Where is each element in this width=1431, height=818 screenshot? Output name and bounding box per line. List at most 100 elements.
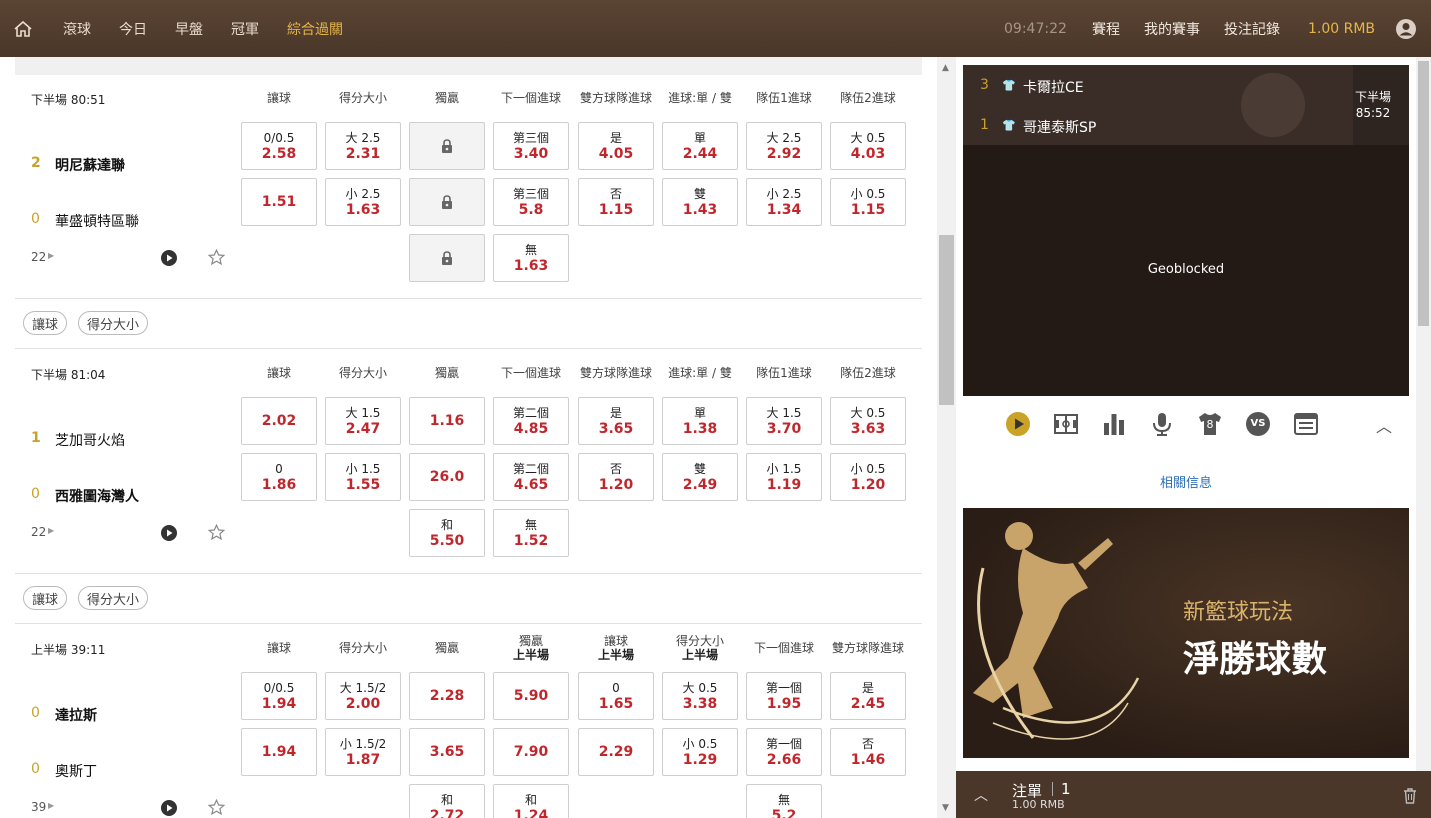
odds-cell[interactable]: 小 1.5/2 1.87	[325, 728, 401, 776]
odds-cell[interactable]: 第三個 5.8	[493, 178, 569, 226]
expand-chevron-icon[interactable]: ︿	[974, 785, 988, 805]
left-scrollbar[interactable]: ▲ ▼	[937, 57, 956, 818]
odds-line: 第二個	[512, 461, 549, 476]
market-filter-pill[interactable]: 得分大小	[78, 586, 149, 610]
market-header: 獨贏	[407, 366, 487, 380]
odds-cell[interactable]: 0 1.65	[578, 672, 654, 720]
odds-cell[interactable]: 5.90	[493, 672, 569, 720]
odds-cell[interactable]: 大 0.5 4.03	[830, 122, 906, 170]
favorite-star-icon[interactable]	[208, 799, 225, 816]
odds-cell[interactable]: 1.94	[241, 728, 317, 776]
market-filter-pill[interactable]: 得分大小	[78, 311, 149, 335]
right-scroll-thumb[interactable]	[1418, 61, 1429, 326]
odds-cell[interactable]: 2.02	[241, 397, 317, 445]
live-team2-name: 哥連泰斯SP	[1023, 120, 1097, 136]
nav-outright[interactable]: 冠軍	[231, 0, 259, 57]
odds-cell[interactable]: 7.90	[493, 728, 569, 776]
bet-records-link[interactable]: 投注記錄	[1224, 0, 1280, 57]
nav-live[interactable]: 滾球	[63, 0, 91, 57]
odds-cell[interactable]: 第二個 4.85	[493, 397, 569, 445]
odds-cell[interactable]: 小 0.5 1.20	[830, 453, 906, 501]
odds-cell[interactable]: 0 1.86	[241, 453, 317, 501]
odds-cell[interactable]: 2.28	[409, 672, 485, 720]
play-icon[interactable]	[161, 250, 177, 266]
odds-cell[interactable]: 和 5.50	[409, 509, 485, 557]
market-count[interactable]: 22	[31, 525, 46, 539]
odds-cell[interactable]: 大 1.5/2 2.00	[325, 672, 401, 720]
odds-cell[interactable]: 單 1.38	[662, 397, 738, 445]
scroll-up-icon[interactable]: ▲	[942, 63, 949, 73]
odds-cell[interactable]: 小 0.5 1.15	[830, 178, 906, 226]
scoreboard-icon[interactable]	[1293, 411, 1319, 437]
odds-cell[interactable]: 雙 2.49	[662, 453, 738, 501]
odds-cell[interactable]: 大 0.5 3.63	[830, 397, 906, 445]
odds-cell[interactable]: 大 1.5 2.47	[325, 397, 401, 445]
odds-cell[interactable]: 第三個 3.40	[493, 122, 569, 170]
nav-parlay[interactable]: 綜合過關	[287, 0, 343, 57]
scroll-down-icon[interactable]: ▼	[942, 803, 949, 813]
odds-value: 2.72	[429, 807, 465, 818]
odds-cell[interactable]: 第一個 2.66	[746, 728, 822, 776]
favorite-star-icon[interactable]	[208, 524, 225, 541]
right-scrollbar[interactable]	[1416, 57, 1431, 818]
odds-cell[interactable]: 小 2.5 1.63	[325, 178, 401, 226]
odds-cell[interactable]: 小 1.5 1.55	[325, 453, 401, 501]
stats-icon[interactable]	[1101, 411, 1127, 437]
odds-cell[interactable]: 3.65	[409, 728, 485, 776]
my-events-link[interactable]: 我的賽事	[1144, 0, 1200, 57]
odds-cell[interactable]: 否 1.46	[830, 728, 906, 776]
odds-cell[interactable]: 0/0.5 2.58	[241, 122, 317, 170]
field-icon[interactable]	[1053, 411, 1079, 437]
odds-cell[interactable]: 和 1.24	[493, 784, 569, 818]
account-icon[interactable]	[1395, 18, 1417, 40]
odds-cell[interactable]: 0/0.5 1.94	[241, 672, 317, 720]
odds-cell[interactable]: 第一個 1.95	[746, 672, 822, 720]
odds-cell[interactable]: 大 2.5 2.31	[325, 122, 401, 170]
odds-cell[interactable]: 單 2.44	[662, 122, 738, 170]
odds-cell[interactable]: 和 2.72	[409, 784, 485, 818]
bet-slip-bar[interactable]: ︿ 注單 1 1.00 RMB	[956, 771, 1431, 818]
odds-cell[interactable]: 大 1.5 3.70	[746, 397, 822, 445]
odds-cell[interactable]: 1.16	[409, 397, 485, 445]
play-icon[interactable]	[161, 800, 177, 816]
odds-cell[interactable]: 是 3.65	[578, 397, 654, 445]
microphone-icon[interactable]	[1149, 411, 1175, 437]
collapse-chevron-icon[interactable]: ︿	[1376, 413, 1392, 437]
market-count[interactable]: 39	[31, 800, 46, 814]
chevron-right-icon: ▶	[48, 801, 55, 810]
market-filter-pill[interactable]: 讓球	[23, 311, 68, 335]
odds-cell[interactable]: 1.51	[241, 178, 317, 226]
odds-cell[interactable]: 無 1.52	[493, 509, 569, 557]
market-count[interactable]: 22	[31, 250, 46, 264]
odds-value: 2.44	[682, 145, 718, 162]
odds-cell[interactable]: 是 4.05	[578, 122, 654, 170]
market-header-label: 隊伍1進球	[756, 91, 812, 105]
nav-early[interactable]: 早盤	[175, 0, 203, 57]
odds-cell[interactable]: 2.29	[578, 728, 654, 776]
odds-cell[interactable]: 小 0.5 1.29	[662, 728, 738, 776]
odds-cell[interactable]: 否 1.20	[578, 453, 654, 501]
odds-cell[interactable]: 大 2.5 2.92	[746, 122, 822, 170]
odds-cell[interactable]: 小 1.5 1.19	[746, 453, 822, 501]
odds-cell[interactable]: 小 2.5 1.34	[746, 178, 822, 226]
play-icon[interactable]	[161, 525, 177, 541]
odds-cell[interactable]: 雙 1.43	[662, 178, 738, 226]
nav-today[interactable]: 今日	[119, 0, 147, 57]
home-icon[interactable]	[13, 19, 33, 39]
odds-cell[interactable]: 無 1.63	[493, 234, 569, 282]
market-filter-pill[interactable]: 讓球	[23, 586, 68, 610]
odds-cell[interactable]: 否 1.15	[578, 178, 654, 226]
trash-icon[interactable]	[1402, 787, 1418, 804]
play-icon[interactable]	[1005, 411, 1031, 437]
odds-cell[interactable]: 是 2.45	[830, 672, 906, 720]
favorite-star-icon[interactable]	[208, 249, 225, 266]
scroll-thumb[interactable]	[939, 235, 954, 405]
odds-cell[interactable]: 無 5.2	[746, 784, 822, 818]
team-name: 奧斯丁	[55, 764, 97, 780]
schedule-link[interactable]: 賽程	[1092, 0, 1120, 57]
odds-cell[interactable]: 大 0.5 3.38	[662, 672, 738, 720]
odds-cell[interactable]: 26.0	[409, 453, 485, 501]
related-info-link[interactable]: 相關信息	[963, 472, 1409, 491]
odds-cell[interactable]: 第二個 4.65	[493, 453, 569, 501]
banner-line2: 淨勝球數	[1183, 639, 1328, 680]
